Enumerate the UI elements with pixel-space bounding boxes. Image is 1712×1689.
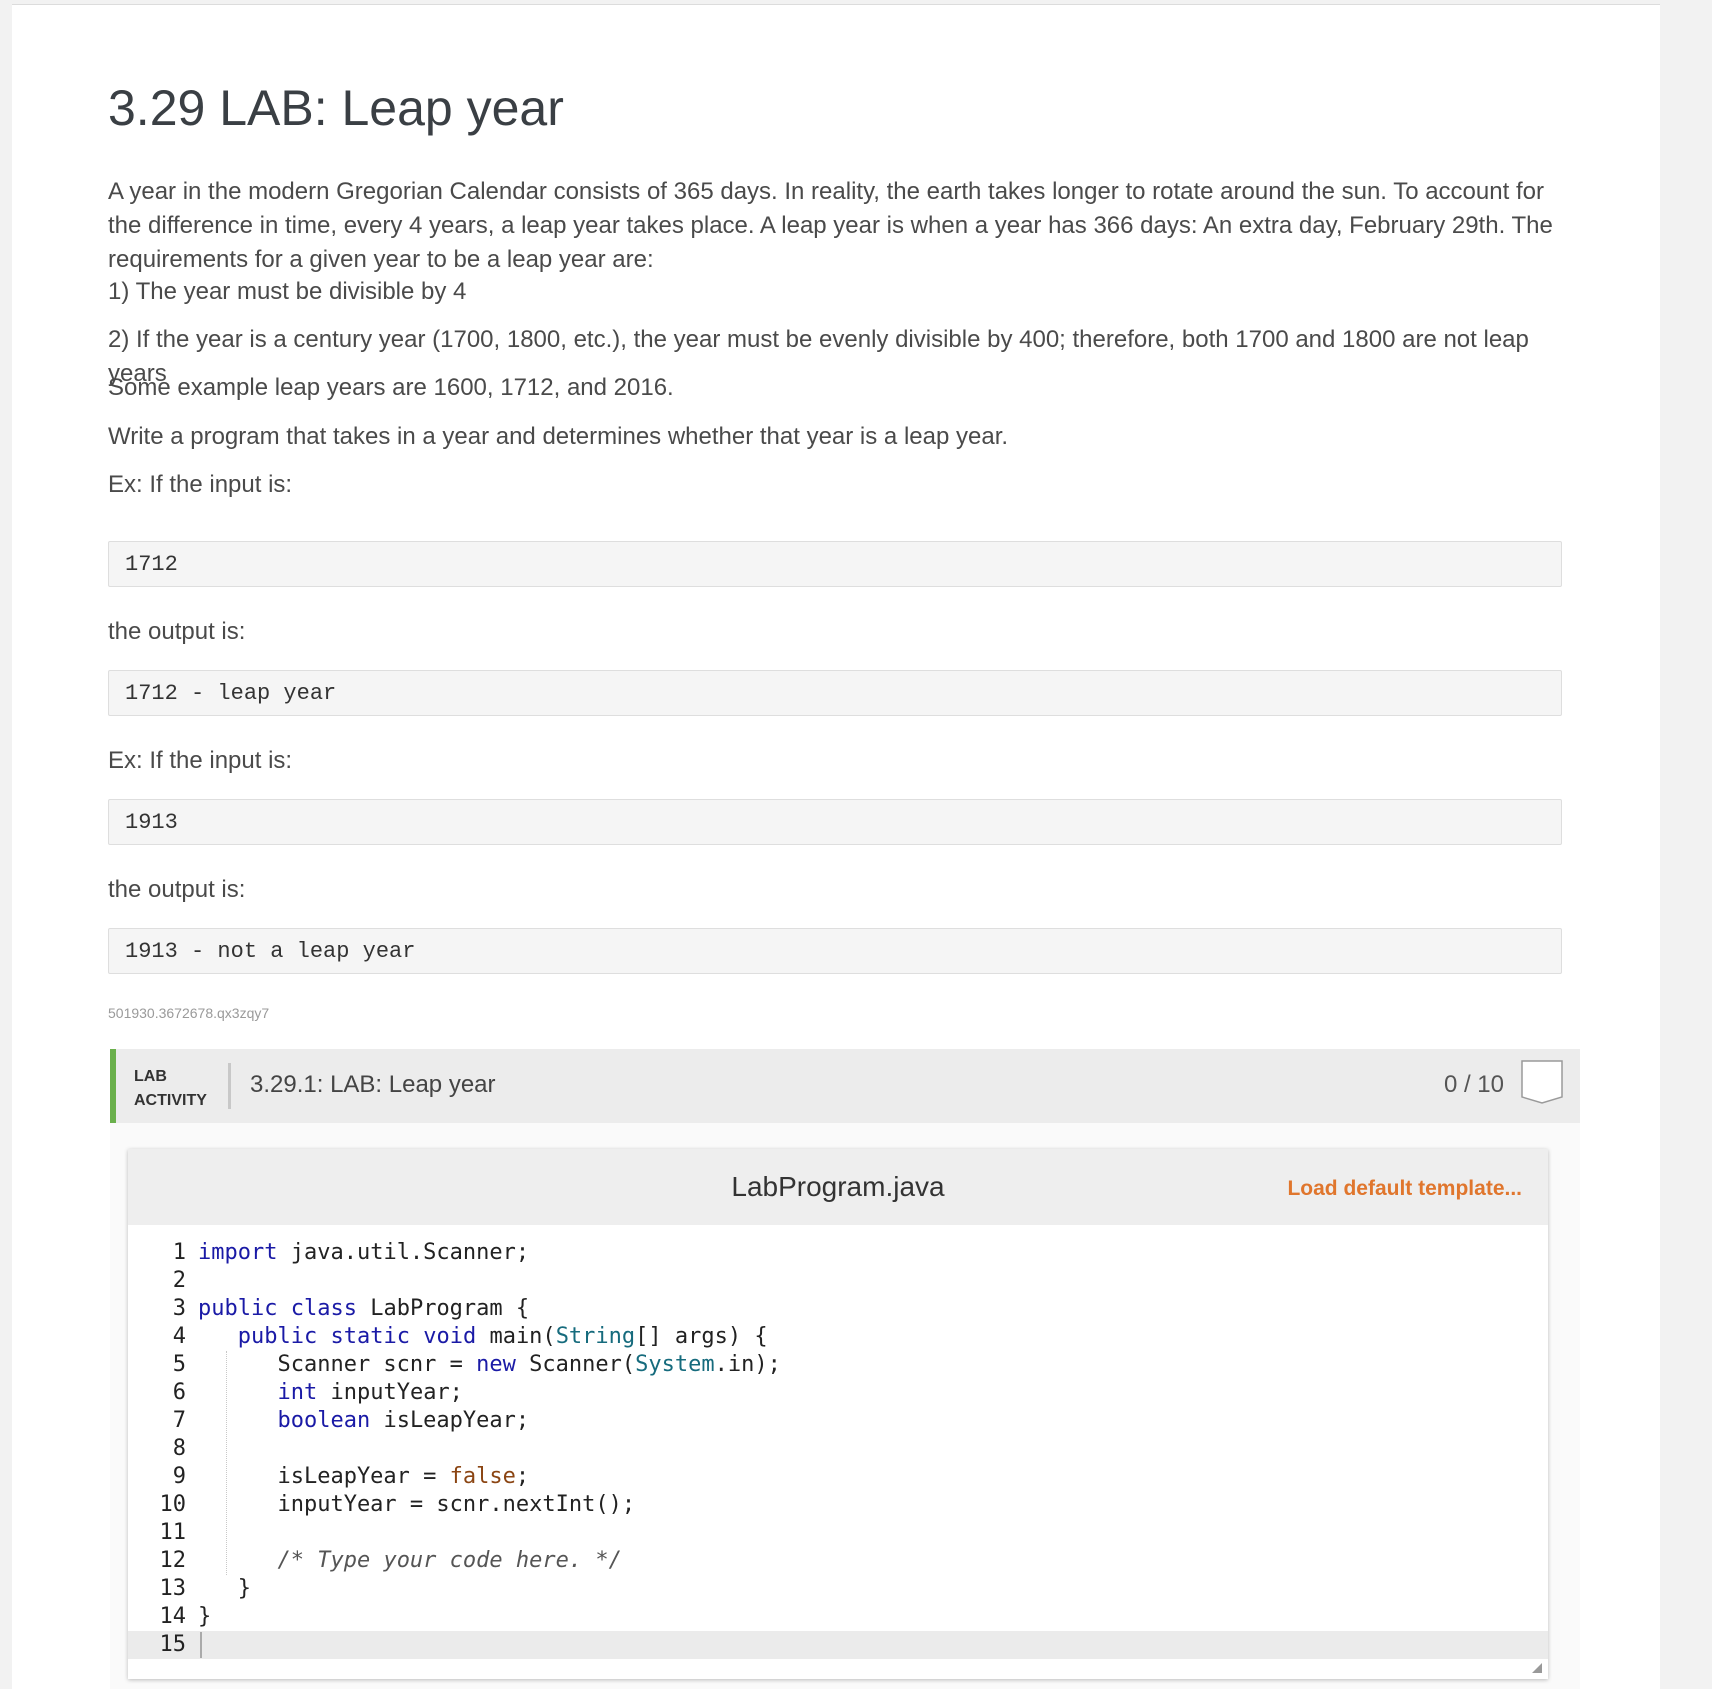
lab-activity: LAB ACTIVITY 3.29.1: LAB: Leap year 0 / … [110,1049,1580,1689]
code-text: inputYear = scnr.nextInt(); [198,1492,636,1517]
code-text: isLeapYear = false; [198,1464,530,1489]
line-number: 9 [172,1464,186,1489]
line-number: 13 [159,1576,187,1601]
text-cursor [200,1632,202,1658]
code-line: 5 Scanner scnr = new Scanner(System.in); [128,1351,1548,1379]
score-display: 0 / 10 [1443,1071,1504,1098]
code-line: 13 } [128,1575,1548,1603]
line-number: 1 [172,1240,186,1265]
code-text: } [198,1604,212,1629]
header-divider [228,1063,231,1109]
example-2-input: 1913 [108,799,1562,845]
code-text: import java.util.Scanner; [198,1240,530,1265]
editor-header: LabProgram.java Load default template... [128,1149,1548,1225]
intro-paragraph: A year in the modern Gregorian Calendar … [108,178,1553,273]
example-1-input: 1712 [108,541,1562,587]
line-number: 2 [172,1268,186,1293]
code-line: 8 [128,1435,1548,1463]
line-number: 6 [172,1380,186,1405]
code-line: 14 } [128,1603,1548,1631]
line-number: 11 [159,1520,187,1545]
code-line: 11 [128,1519,1548,1547]
line-number: 7 [172,1408,186,1433]
example-2-output-label: the output is: [108,876,246,903]
line-number: 10 [159,1492,187,1517]
lab-tag-line-1: LAB [134,1068,167,1085]
code-editor: LabProgram.java Load default template...… [128,1149,1548,1679]
line-number: 12 [159,1548,187,1573]
example-1-output-label: the output is: [108,618,246,645]
right-margin [1660,0,1712,1688]
line-number: 4 [172,1324,186,1349]
code-line: 12 /* Type your code here. */ [128,1547,1548,1575]
code-line: 6 int inputYear; [128,1379,1548,1407]
load-default-template-link[interactable]: Load default template... [1287,1177,1522,1201]
example-2-output: 1913 - not a leap year [108,928,1562,974]
code-line: 10 inputYear = scnr.nextInt(); [128,1491,1548,1519]
code-line: 7 boolean isLeapYear; [128,1407,1548,1435]
rule-1: 1) The year must be divisible by 4 [108,278,467,305]
task-description: Write a program that takes in a year and… [108,423,1009,450]
example-leap-years: Some example leap years are 1600, 1712, … [108,374,674,401]
code-area[interactable]: 1 import java.util.Scanner; 2 3 public c… [128,1239,1548,1669]
code-line-active[interactable]: 15 [128,1631,1548,1659]
example-2-label: Ex: If the input is: [108,747,293,774]
code-line: 4 public static void main(String[] args)… [128,1323,1548,1351]
line-number: 3 [172,1296,186,1321]
resize-handle-icon[interactable] [1532,1663,1542,1673]
line-number: 15 [159,1632,187,1657]
code-text: } [198,1576,251,1601]
lab-tag-line-2: ACTIVITY [134,1092,207,1109]
lab-activity-header: LAB ACTIVITY 3.29.1: LAB: Leap year 0 / … [110,1049,1580,1123]
lab-activity-tag: LAB ACTIVITY [134,1065,207,1113]
line-number: 14 [159,1604,187,1629]
page: 3.29 LAB: Leap year A year in the modern… [12,4,1660,1689]
code-text: int inputYear; [277,1380,463,1405]
page-title: 3.29 LAB: Leap year [108,80,564,136]
example-1-label: Ex: If the input is: [108,471,293,498]
completion-badge-icon [1521,1060,1563,1104]
content-id: 501930.3672678.qx3zqy7 [108,1005,270,1021]
line-number: 8 [172,1436,186,1461]
code-line: 3 public class LabProgram { [128,1295,1548,1323]
code-line: 2 [128,1267,1548,1295]
code-line: 1 import java.util.Scanner; [128,1239,1548,1267]
code-line: 9 isLeapYear = false; [128,1463,1548,1491]
code-text: Scanner scnr = new Scanner(System.in); [198,1352,781,1377]
code-text: public class LabProgram { [198,1296,530,1321]
code-text: /* Type your code here. */ [277,1548,622,1573]
code-text: boolean isLeapYear; [277,1408,530,1433]
lab-activity-title: 3.29.1: LAB: Leap year [250,1071,496,1098]
line-number: 5 [172,1352,186,1377]
example-1-output: 1712 - leap year [108,670,1562,716]
code-text: public static void main(String[] args) { [237,1324,768,1349]
